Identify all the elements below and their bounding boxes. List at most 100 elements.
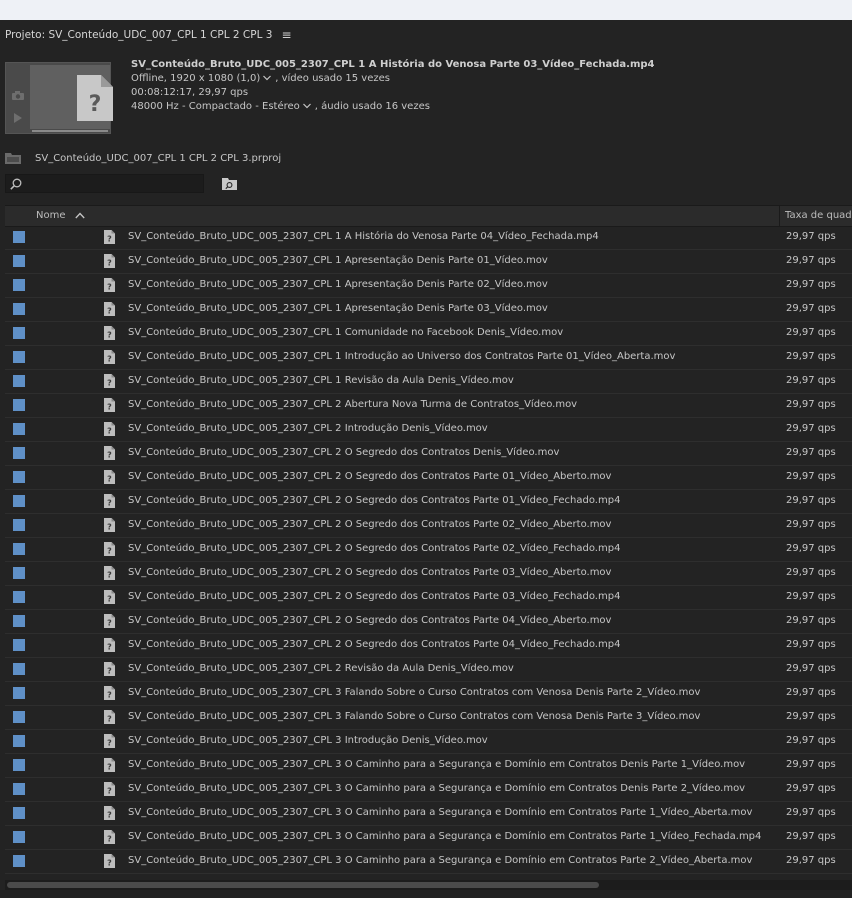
clip-row[interactable]: ? SV_Conteúdo_Bruto_UDC_005_2307_CPL 3 O … [5, 802, 852, 826]
missing-file-icon: ? [104, 518, 115, 532]
clip-row[interactable]: ? SV_Conteúdo_Bruto_UDC_005_2307_CPL 2 Ab… [5, 394, 852, 418]
project-path: SV_Conteúdo_UDC_007_CPL 1 CPL 2 CPL 3.pr… [5, 150, 281, 166]
clip-row[interactable]: ? SV_Conteúdo_Bruto_UDC_005_2307_CPL 2 Re… [5, 658, 852, 682]
clip-row[interactable]: ? SV_Conteúdo_Bruto_UDC_005_2307_CPL 2 O … [5, 610, 852, 634]
label-color-swatch[interactable] [13, 711, 25, 723]
column-divider[interactable] [779, 206, 780, 226]
label-color-swatch[interactable] [13, 303, 25, 315]
clip-row[interactable]: ? SV_Conteúdo_Bruto_UDC_005_2307_CPL 1 Ap… [5, 250, 852, 274]
clip-framerate: 29,97 qps [786, 639, 836, 650]
label-color-swatch[interactable] [13, 735, 25, 747]
clip-row[interactable]: ? SV_Conteúdo_Bruto_UDC_005_2307_CPL 3 O … [5, 778, 852, 802]
chevron-down-icon[interactable] [263, 75, 272, 81]
label-color-swatch[interactable] [13, 327, 25, 339]
clip-row[interactable]: ? SV_Conteúdo_Bruto_UDC_005_2307_CPL 2 O … [5, 442, 852, 466]
play-icon[interactable] [13, 113, 23, 123]
horizontal-scrollbar[interactable] [5, 880, 852, 890]
clip-row[interactable]: ? SV_Conteúdo_Bruto_UDC_005_2307_CPL 1 In… [5, 346, 852, 370]
clip-list: ? SV_Conteúdo_Bruto_UDC_005_2307_CPL 1 A … [5, 226, 852, 874]
svg-text:?: ? [107, 475, 112, 484]
svg-text:?: ? [89, 92, 102, 117]
clip-name: SV_Conteúdo_Bruto_UDC_005_2307_CPL 1 Int… [128, 351, 676, 362]
clip-name: SV_Conteúdo_Bruto_UDC_005_2307_CPL 1 Com… [128, 327, 564, 338]
clip-row[interactable]: ? SV_Conteúdo_Bruto_UDC_005_2307_CPL 2 In… [5, 418, 852, 442]
chevron-down-icon[interactable] [302, 103, 311, 109]
label-color-swatch[interactable] [13, 855, 25, 867]
thumbnail-scrubber[interactable] [32, 130, 108, 132]
clip-thumbnail[interactable]: ? [5, 62, 113, 134]
label-color-swatch[interactable] [13, 783, 25, 795]
label-color-swatch[interactable] [13, 447, 25, 459]
svg-text:?: ? [107, 427, 112, 436]
label-color-swatch[interactable] [13, 471, 25, 483]
label-color-swatch[interactable] [13, 687, 25, 699]
svg-text:?: ? [107, 811, 112, 820]
clip-row[interactable]: ? SV_Conteúdo_Bruto_UDC_005_2307_CPL 1 Ap… [5, 298, 852, 322]
svg-text:?: ? [107, 403, 112, 412]
label-color-swatch[interactable] [13, 567, 25, 579]
clip-name: SV_Conteúdo_Bruto_UDC_005_2307_CPL 3 Int… [128, 735, 488, 746]
hamburger-menu-icon[interactable]: ≡ [281, 28, 291, 42]
label-color-swatch[interactable] [13, 759, 25, 771]
camera-icon[interactable] [12, 91, 24, 100]
missing-file-icon: ? [104, 614, 115, 628]
label-color-swatch[interactable] [13, 663, 25, 675]
scrollbar-thumb[interactable] [7, 882, 599, 888]
search-input[interactable] [5, 174, 204, 193]
clip-row[interactable]: ? SV_Conteúdo_Bruto_UDC_005_2307_CPL 3 O … [5, 754, 852, 778]
clip-framerate: 29,97 qps [786, 711, 836, 722]
label-color-swatch[interactable] [13, 375, 25, 387]
label-color-swatch[interactable] [13, 255, 25, 267]
clip-framerate: 29,97 qps [786, 543, 836, 554]
clip-framerate: 29,97 qps [786, 855, 836, 866]
clip-framerate: 29,97 qps [786, 687, 836, 698]
missing-file-icon: ? [104, 686, 115, 700]
clip-framerate: 29,97 qps [786, 351, 836, 362]
missing-file-icon: ? [104, 278, 115, 292]
clip-row[interactable]: ? SV_Conteúdo_Bruto_UDC_005_2307_CPL 1 Co… [5, 322, 852, 346]
new-search-bin-icon[interactable] [222, 177, 238, 190]
clip-row[interactable]: ? SV_Conteúdo_Bruto_UDC_005_2307_CPL 3 Fa… [5, 706, 852, 730]
clip-row[interactable]: ? SV_Conteúdo_Bruto_UDC_005_2307_CPL 1 A … [5, 226, 852, 250]
clip-row[interactable]: ? SV_Conteúdo_Bruto_UDC_005_2307_CPL 2 O … [5, 586, 852, 610]
panel-title[interactable]: Projeto: SV_Conteúdo_UDC_007_CPL 1 CPL 2… [5, 29, 272, 41]
clip-framerate: 29,97 qps [786, 567, 836, 578]
svg-text:?: ? [107, 259, 112, 268]
label-color-swatch[interactable] [13, 615, 25, 627]
clip-row[interactable]: ? SV_Conteúdo_Bruto_UDC_005_2307_CPL 2 O … [5, 562, 852, 586]
clip-row[interactable]: ? SV_Conteúdo_Bruto_UDC_005_2307_CPL 2 O … [5, 514, 852, 538]
missing-file-icon: ? [104, 446, 115, 460]
clip-row[interactable]: ? SV_Conteúdo_Bruto_UDC_005_2307_CPL 1 Ap… [5, 274, 852, 298]
clip-row[interactable]: ? SV_Conteúdo_Bruto_UDC_005_2307_CPL 2 O … [5, 538, 852, 562]
label-color-swatch[interactable] [13, 519, 25, 531]
clip-row[interactable]: ? SV_Conteúdo_Bruto_UDC_005_2307_CPL 3 In… [5, 730, 852, 754]
missing-file-icon: ? [104, 422, 115, 436]
column-framerate-header[interactable]: Taxa de quad [785, 210, 852, 221]
label-color-swatch[interactable] [13, 231, 25, 243]
label-color-swatch[interactable] [13, 423, 25, 435]
svg-text:?: ? [107, 595, 112, 604]
missing-file-icon: ? [104, 302, 115, 316]
label-color-swatch[interactable] [13, 279, 25, 291]
label-color-swatch[interactable] [13, 591, 25, 603]
label-color-swatch[interactable] [13, 399, 25, 411]
label-color-swatch[interactable] [13, 639, 25, 651]
clip-row[interactable]: ? SV_Conteúdo_Bruto_UDC_005_2307_CPL 2 O … [5, 634, 852, 658]
clip-row[interactable]: ? SV_Conteúdo_Bruto_UDC_005_2307_CPL 1 Re… [5, 370, 852, 394]
clip-row[interactable]: ? SV_Conteúdo_Bruto_UDC_005_2307_CPL 2 O … [5, 490, 852, 514]
panel-header: Projeto: SV_Conteúdo_UDC_007_CPL 1 CPL 2… [0, 20, 852, 50]
sort-ascending-icon[interactable] [75, 212, 85, 219]
label-color-swatch[interactable] [13, 831, 25, 843]
label-color-swatch[interactable] [13, 807, 25, 819]
column-name-header[interactable]: Nome [36, 210, 66, 221]
label-color-swatch[interactable] [13, 351, 25, 363]
label-color-swatch[interactable] [13, 543, 25, 555]
label-color-swatch[interactable] [13, 495, 25, 507]
clip-row[interactable]: ? SV_Conteúdo_Bruto_UDC_005_2307_CPL 3 O … [5, 850, 852, 874]
clip-framerate: 29,97 qps [786, 591, 836, 602]
clip-duration: 00:08:12:17, 29,97 qps [131, 87, 249, 98]
clip-row[interactable]: ? SV_Conteúdo_Bruto_UDC_005_2307_CPL 2 O … [5, 466, 852, 490]
missing-file-icon: ? [104, 254, 115, 268]
clip-row[interactable]: ? SV_Conteúdo_Bruto_UDC_005_2307_CPL 3 Fa… [5, 682, 852, 706]
clip-row[interactable]: ? SV_Conteúdo_Bruto_UDC_005_2307_CPL 3 O … [5, 826, 852, 850]
